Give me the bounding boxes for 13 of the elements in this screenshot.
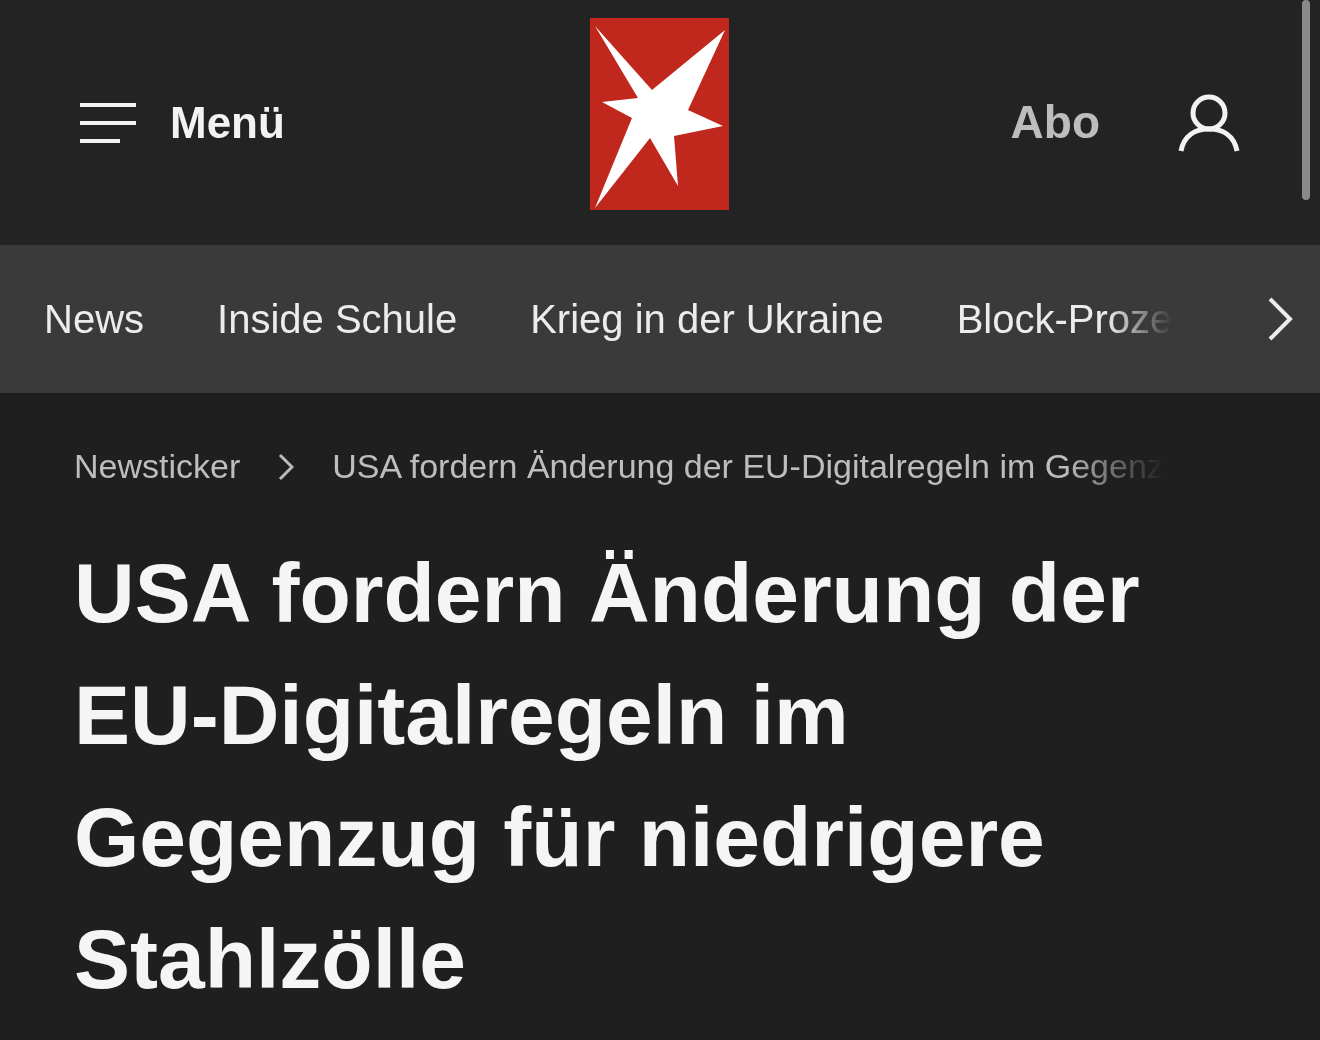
chevron-right-icon[interactable] (1266, 297, 1294, 341)
article-headline: USA fordern Änderung der EU-Digitalregeln im Gegenzug für niedrigere Stahlzölle (74, 545, 1141, 1008)
nav-link[interactable]: Block-Proze (956, 289, 1173, 349)
nav-link[interactable]: Krieg in der Ukraine (530, 289, 884, 349)
abo-link[interactable]: Abo (1010, 88, 1100, 157)
chevron-right-icon (278, 452, 295, 481)
star-logo[interactable] (590, 18, 729, 210)
breadcrumb-link[interactable]: Newsticker (74, 441, 241, 492)
nav-link[interactable]: News (44, 289, 145, 349)
user-icon[interactable] (1178, 92, 1240, 153)
menu-button[interactable]: Menü (80, 89, 285, 156)
menu-icon (80, 100, 136, 145)
nav-link[interactable]: Inside Schule (217, 289, 458, 349)
